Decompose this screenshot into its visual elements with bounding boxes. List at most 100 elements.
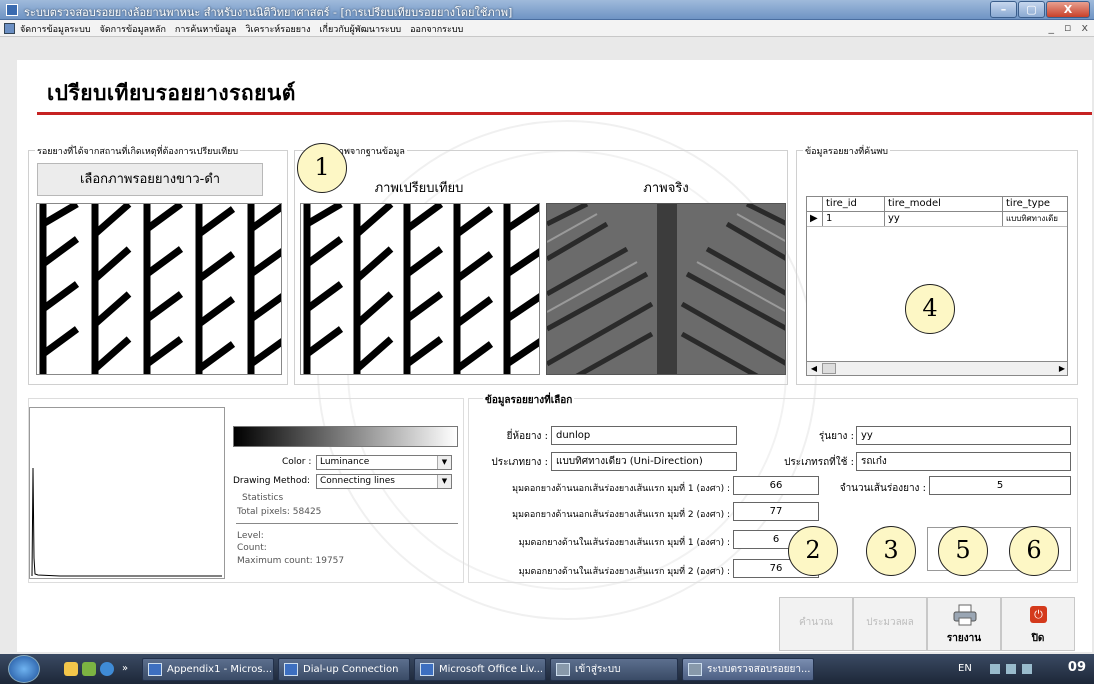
calculate-button[interactable]: คำนวณ: [779, 597, 853, 651]
window-titlebar: ระบบตรวจสอบรอยยางล้อยานพาหนะ สำหรับงานนิ…: [0, 0, 1094, 20]
select-bw-image-button[interactable]: เลือกภาพรอยยางขาว-ดำ: [37, 163, 263, 196]
close-button[interactable]: ⏻ ปิด: [1001, 597, 1075, 651]
app-icon: [6, 4, 18, 16]
menu-exit[interactable]: ออกจากระบบ: [410, 22, 463, 36]
color-label: Color :: [282, 457, 312, 467]
mdi-restore-button[interactable]: ▫: [1064, 21, 1071, 34]
word-icon: [420, 663, 434, 676]
vehicle-type-field[interactable]: รถเก๋ง: [856, 452, 1071, 471]
groove-count-field[interactable]: 5: [929, 476, 1071, 495]
system-tray: EN 09: [946, 654, 1094, 684]
drawing-method-select[interactable]: Connecting lines ▼: [316, 474, 452, 489]
menu-about[interactable]: เกี่ยวกับผู้พัฒนาระบบ: [319, 22, 401, 36]
quicklaunch-folder-icon[interactable]: [64, 662, 78, 676]
taskbar-item-dialup[interactable]: Dial-up Connection: [278, 658, 410, 681]
volume-icon[interactable]: [1022, 664, 1032, 674]
marker-3: 3: [866, 526, 916, 576]
grid-header-corner: [807, 197, 823, 211]
quicklaunch-ie-icon[interactable]: [100, 662, 114, 676]
network-icon[interactable]: [1006, 664, 1016, 674]
window-title: ระบบตรวจสอบรอยยางล้อยานพาหนะ สำหรับงานนิ…: [24, 6, 513, 19]
menu-bar: จัดการข้อมูลระบบ จัดการข้อมูลหลัก การค้น…: [0, 20, 1094, 37]
grid-row[interactable]: ▶ 1 yy แบบทิศทางเดีย: [807, 212, 1067, 227]
minimize-button[interactable]: –: [990, 1, 1017, 18]
word-icon: [284, 663, 298, 676]
tire-type-label: ประเภทยาง :: [491, 457, 548, 468]
scroll-right-icon[interactable]: ▶: [1055, 362, 1067, 375]
window-controls: – ▢ X: [989, 1, 1090, 18]
tire-type-field[interactable]: แบบทิศทางเดียว (Uni-Direction): [551, 452, 737, 471]
cell-tire-id[interactable]: 1: [823, 212, 885, 226]
taskbar-item-word[interactable]: Appendix1 - Micros...: [142, 658, 274, 681]
mdi-minimize-button[interactable]: _: [1049, 21, 1055, 34]
found-tire-group-label: ข้อมูลรอยยางที่ค้นพบ: [803, 144, 890, 158]
outer-angle-1-field[interactable]: 66: [733, 476, 819, 495]
grid-header-tire-type[interactable]: tire_type: [1003, 197, 1067, 211]
process-button-label: ประมวลผล: [866, 617, 914, 628]
menu-search[interactable]: การค้นหาข้อมูล: [175, 22, 237, 36]
chevron-down-icon[interactable]: ▼: [437, 456, 451, 469]
process-button[interactable]: ประมวลผล: [853, 597, 927, 651]
groove-count-label: จำนวนเส้นร่องยาง :: [839, 483, 926, 494]
drawing-method-value: Connecting lines: [320, 476, 395, 486]
outer-angle-2-field[interactable]: 77: [733, 502, 819, 521]
grid-header: tire_id tire_model tire_type: [807, 197, 1067, 212]
outer-angle-2-label: มุมดอกยางด้านนอกเส้นร่องยางเส้นแรก มุมที…: [512, 510, 730, 520]
maximize-button[interactable]: ▢: [1018, 1, 1045, 18]
app-window-icon: [556, 663, 570, 676]
marker-5: 5: [938, 526, 988, 576]
marker-4: 4: [905, 284, 955, 334]
start-button[interactable]: [8, 655, 40, 683]
marker-6: 6: [1009, 526, 1059, 576]
close-window-button[interactable]: X: [1046, 1, 1090, 18]
report-button[interactable]: รายงาน: [927, 597, 1001, 651]
menu-system-data[interactable]: จัดการข้อมูลระบบ: [20, 22, 91, 36]
cell-tire-model[interactable]: yy: [885, 212, 1003, 226]
grid-horizontal-scrollbar[interactable]: ◀ ▶: [807, 361, 1067, 375]
close-button-label: ปิด: [1031, 633, 1045, 644]
grid-header-tire-model[interactable]: tire_model: [885, 197, 1003, 211]
row-indicator-icon: ▶: [807, 212, 823, 226]
taskbar-item-tire-system-label: ระบบตรวจสอบรอยยา...: [707, 664, 811, 675]
count-text: Count:: [237, 543, 267, 553]
model-field[interactable]: yy: [856, 426, 1071, 445]
cell-tire-type[interactable]: แบบทิศทางเดีย: [1003, 212, 1067, 226]
taskbar-item-login[interactable]: เข้าสู่ระบบ: [550, 658, 678, 681]
mdi-child-icon[interactable]: [4, 23, 15, 34]
title-divider: [37, 112, 1092, 115]
vehicle-type-label: ประเภทรถที่ใช้ :: [784, 457, 854, 468]
statistics-divider: [236, 523, 458, 524]
power-icon: ⏻: [1030, 606, 1047, 623]
grid-header-tire-id[interactable]: tire_id: [823, 197, 885, 211]
printer-icon: [953, 604, 977, 626]
taskbar-item-word-label: Appendix1 - Micros...: [167, 664, 273, 675]
menu-master-data[interactable]: จัดการข้อมูลหลัก: [100, 22, 166, 36]
mdi-close-button[interactable]: x: [1081, 21, 1088, 34]
drawing-method-label: Drawing Method:: [233, 476, 311, 486]
scroll-left-icon[interactable]: ◀: [807, 362, 821, 375]
taskbar-item-office-label: Microsoft Office Liv...: [439, 664, 544, 675]
total-pixels-text: Total pixels: 58425: [237, 507, 322, 517]
model-label: รุ่นยาง :: [818, 431, 854, 442]
word-icon: [148, 663, 162, 676]
taskbar-item-office[interactable]: Microsoft Office Liv...: [414, 658, 546, 681]
tray-arrow-icon[interactable]: [990, 664, 1000, 674]
scroll-thumb[interactable]: [822, 363, 836, 374]
taskbar-item-tire-system[interactable]: ระบบตรวจสอบรอยยา...: [682, 658, 814, 681]
report-button-label: รายงาน: [946, 633, 982, 644]
brand-field[interactable]: dunlop: [551, 426, 737, 445]
app-window-icon: [688, 663, 702, 676]
page-title: เปรียบเทียบรอยยางรถยนต์: [47, 81, 296, 105]
clock[interactable]: 09: [1068, 660, 1086, 675]
quicklaunch-media-icon[interactable]: [82, 662, 96, 676]
chevron-down-icon[interactable]: ▼: [437, 475, 451, 488]
scene-tire-image: [36, 203, 282, 375]
language-indicator[interactable]: EN: [958, 663, 972, 674]
menu-analyze[interactable]: วิเคราะห์รอยยาง: [245, 22, 310, 36]
inner-angle-1-label: มุมดอกยางด้านในเส้นร่องยางเส้นแรก มุมที่…: [518, 538, 730, 548]
compare-tire-image: [300, 203, 540, 375]
outer-angle-1-label: มุมดอกยางด้านนอกเส้นร่องยางเส้นแรก มุมที…: [512, 484, 730, 494]
color-select[interactable]: Luminance ▼: [316, 455, 452, 470]
quicklaunch-overflow-icon[interactable]: »: [122, 662, 132, 676]
scene-tire-group-label: รอยยางที่ได้จากสถานที่เกิดเหตุที่ต้องการ…: [35, 144, 241, 158]
